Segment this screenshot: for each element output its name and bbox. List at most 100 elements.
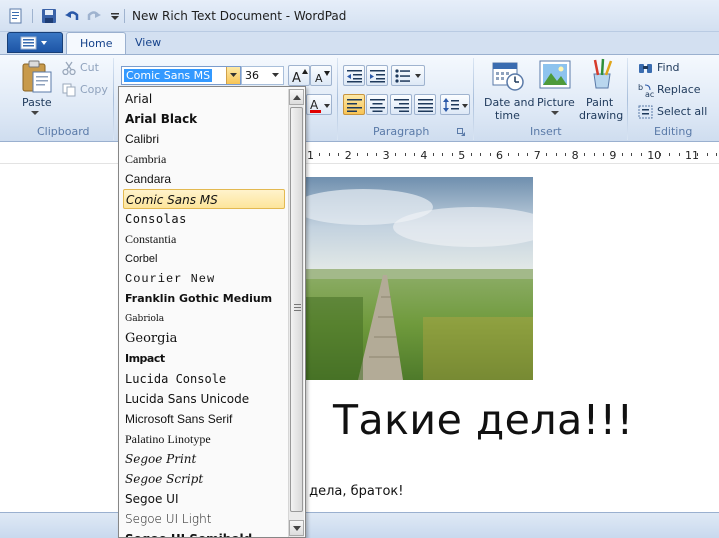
font-list-item[interactable]: Constantia [123, 229, 285, 249]
group-separator [473, 58, 474, 140]
font-size-value[interactable]: 36 [245, 69, 259, 82]
font-list-item[interactable]: Calibri [123, 129, 285, 149]
text-color-button[interactable]: A [306, 94, 332, 115]
wordpad-icon[interactable] [8, 8, 24, 24]
paint-drawing-icon[interactable] [586, 58, 618, 90]
scroll-down-button[interactable] [289, 520, 304, 536]
paste-dropdown-icon[interactable] [31, 111, 39, 116]
status-bar [0, 512, 719, 538]
paragraph-dialog-launcher-icon[interactable] [457, 128, 465, 136]
font-family-dropdown-list[interactable]: Arial Arial Black Calibri Cambria Candara Com… [118, 86, 306, 538]
document-body-text[interactable]: е дела, браток! [297, 484, 403, 499]
editing-group-label: Editing [654, 125, 693, 138]
date-time-button-label-line1[interactable]: Date and [484, 96, 534, 109]
font-family-combo[interactable]: Comic Sans MS [121, 66, 241, 85]
align-right-button[interactable] [390, 94, 412, 115]
paste-button-label[interactable]: Paste [22, 96, 52, 109]
font-list-item[interactable]: Arial Black [123, 109, 285, 129]
ruler-tick [404, 153, 406, 156]
ruler-tick [489, 153, 491, 156]
font-list-item[interactable]: Segoe Script [123, 469, 285, 489]
select-all-icon[interactable] [638, 104, 654, 120]
align-left-button[interactable] [343, 94, 365, 115]
align-right-icon [394, 99, 409, 112]
replace-icon[interactable]: bac [638, 82, 654, 98]
ruler-tick [716, 153, 718, 156]
paint-drawing-button-label-line2[interactable]: drawing [579, 109, 623, 122]
copy-icon[interactable] [62, 83, 76, 97]
ruler-tick [517, 153, 519, 156]
font-list-item[interactable]: Gabriola [123, 309, 285, 329]
font-list-item[interactable]: Lucida Console [123, 369, 285, 389]
ruler[interactable]: 1 2 3 4 5 6 7 8 9 10 11 [0, 148, 719, 164]
align-center-button[interactable] [366, 94, 388, 115]
customize-dropdown-icon[interactable] [107, 8, 123, 24]
application-menu-button[interactable] [7, 32, 63, 53]
increase-indent-button[interactable] [366, 65, 388, 86]
font-family-dropdown-button[interactable] [226, 67, 240, 84]
decrease-indent-button[interactable] [343, 65, 365, 86]
font-list-item[interactable]: Segoe Print [123, 449, 285, 469]
cut-icon[interactable] [62, 61, 76, 75]
save-icon[interactable] [41, 8, 57, 24]
tab-home[interactable]: Home [66, 32, 127, 55]
ruler-tick [328, 153, 330, 156]
date-time-button-label-line2[interactable]: time [495, 109, 520, 122]
picture-button-label[interactable]: Picture [537, 96, 575, 109]
grow-font-button[interactable]: A [288, 65, 310, 86]
select-all-button-label[interactable]: Select all [657, 105, 707, 118]
font-size-combo[interactable]: 36 [241, 66, 284, 85]
ruler-tick [470, 153, 472, 156]
svg-text:A: A [292, 71, 301, 84]
date-time-icon[interactable] [492, 59, 524, 91]
font-list-item[interactable]: Franklin Gothic Medium [123, 289, 285, 309]
inserted-picture[interactable] [303, 177, 533, 380]
font-list-item[interactable]: Comic Sans MS [123, 189, 285, 209]
qat-separator [124, 9, 125, 23]
ruler-tick [659, 153, 661, 156]
ruler-tick [357, 153, 359, 156]
cut-button-label[interactable]: Cut [80, 61, 99, 74]
font-list-item[interactable]: Microsoft Sans Serif [123, 409, 285, 429]
find-icon[interactable] [638, 60, 654, 76]
tab-view[interactable]: View [122, 32, 174, 54]
ruler-number: 1 [307, 149, 314, 162]
font-family-value[interactable]: Comic Sans MS [124, 69, 213, 82]
font-list-item[interactable]: Candara [123, 169, 285, 189]
font-list-scrollbar[interactable] [288, 89, 304, 537]
justify-button[interactable] [414, 94, 436, 115]
font-list-item[interactable]: Segoe UI [123, 489, 285, 509]
paste-icon[interactable] [20, 60, 54, 94]
font-list-item[interactable]: Segoe UI Semibold [123, 529, 285, 537]
picture-dropdown-icon[interactable] [551, 111, 559, 116]
line-spacing-button[interactable] [440, 94, 470, 115]
paint-drawing-button-label-line1[interactable]: Paint [586, 96, 613, 109]
font-list-item[interactable]: Lucida Sans Unicode [123, 389, 285, 409]
font-list-item[interactable]: Courier New [123, 269, 285, 289]
find-button-label[interactable]: Find [657, 61, 680, 74]
font-list-item[interactable]: Georgia [123, 329, 285, 349]
document-heading-text[interactable]: Такие дела!!! [333, 396, 634, 444]
font-list-item[interactable]: Consolas [123, 209, 285, 229]
font-list-item[interactable]: Segoe UI Light [123, 509, 285, 529]
scroll-thumb[interactable] [290, 107, 303, 512]
undo-icon[interactable] [64, 8, 80, 24]
ruler-number: 2 [344, 149, 352, 162]
ruler-tick [565, 153, 567, 156]
replace-button-label[interactable]: Replace [657, 83, 701, 96]
scroll-up-button[interactable] [289, 89, 304, 105]
font-list-item[interactable]: Impact [123, 349, 285, 369]
font-list-item[interactable]: Cambria [123, 149, 285, 169]
bullet-list-button[interactable] [391, 65, 425, 86]
copy-button-label[interactable]: Copy [80, 83, 108, 96]
ruler-tick [451, 153, 453, 156]
font-list-item[interactable]: Corbel [123, 249, 285, 269]
chevron-down-icon[interactable] [272, 73, 279, 78]
font-list-item[interactable]: Palatino Linotype [123, 429, 285, 449]
align-center-icon [370, 99, 385, 112]
redo-icon[interactable] [86, 8, 102, 24]
font-list-item[interactable]: Arial [123, 89, 285, 109]
ruler-tick [697, 153, 699, 156]
shrink-font-button[interactable]: A [310, 65, 332, 86]
picture-icon[interactable] [539, 59, 571, 91]
